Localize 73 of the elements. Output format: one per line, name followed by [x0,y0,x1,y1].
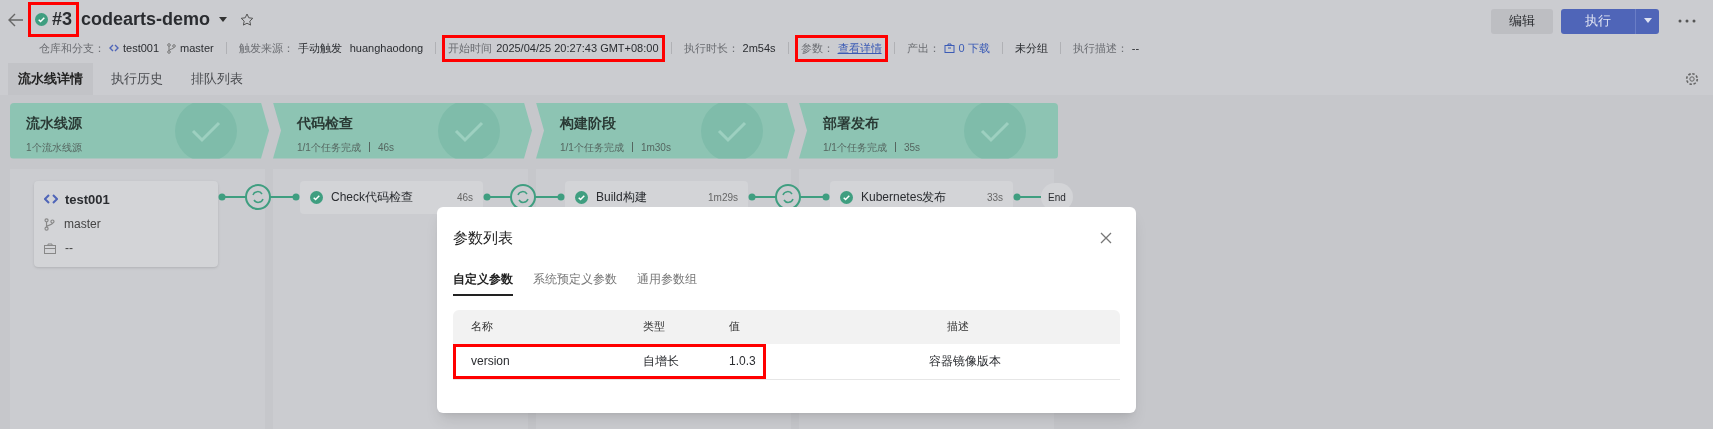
stage-title: 构建阶段 [560,113,617,133]
job-duration: 1m29s [708,190,738,205]
table-cell-text: version [471,353,511,370]
stage-header[interactable]: 部署发布 1/1个任务完成 35s [799,102,1058,159]
stage-title: 流水线源 [26,113,83,133]
dialog-tab[interactable]: 通用参数组 [637,269,697,296]
job-name: Kubernetes发布 [861,189,948,206]
tag-value: -- [65,240,73,257]
meta-value: 2025/04/25 20:27:43 GMT+08:00 [496,41,659,56]
caret-icon [1643,18,1652,24]
column-header: 描述 [947,319,969,335]
settings-icon[interactable] [1685,71,1699,86]
stage-title: 部署发布 [823,113,880,133]
dialog-tab[interactable]: 系统预定义参数 [533,269,617,296]
repo-name: test001 [123,41,160,56]
meta-value: 2m54s [742,41,776,56]
stage-summary: 1/1个任务完成 [823,140,887,155]
branch-icon [44,217,55,231]
table-cell-text: 1.0.3 [729,353,756,370]
pipeline-title: codearts-demo [81,8,211,31]
meta-label: 参数： [800,41,834,56]
page-tab[interactable]: 流水线详情 [8,62,93,95]
job-duration: 46s [456,190,473,205]
page-tab[interactable]: 排队列表 [181,62,253,95]
stage-summary: 1个流水线源 [26,140,82,155]
stage-duration: 1m30s [640,140,671,155]
meta-value: huanghaodong [349,41,424,56]
stage-summary: 1/1个任务完成 [560,140,624,155]
meta-value: -- [1131,41,1140,56]
source-card[interactable]: test001 master -- [34,180,218,267]
column-header: 类型 [643,319,666,335]
box-icon [943,43,955,54]
page-tab[interactable]: 执行历史 [101,62,173,95]
table-cell-text: 容器镜像版本 [929,353,1001,370]
meta-label: 执行时长： [683,41,739,56]
run-number: #3 [52,8,73,31]
caret-icon[interactable] [218,15,229,24]
meta-label: 产出： [906,41,940,56]
group-label: 未分组 [1014,41,1048,56]
stage-header[interactable]: 流水线源 1个流水线源 [10,102,269,159]
view-details-link[interactable]: 查看详情 [837,40,882,57]
close-icon[interactable] [1100,232,1112,245]
stage-header[interactable]: 代码检查 1/1个任务完成 46s [273,102,532,159]
stage-header[interactable]: 构建阶段 1/1个任务完成 1m30s [536,102,795,159]
branch-icon [167,42,177,54]
download-link[interactable]: 0 下载 [958,40,990,57]
branch-name: master [180,41,214,56]
repo-icon [109,43,119,54]
column-header: 值 [729,319,741,335]
dialog-tab[interactable]: 自定义参数 [453,269,513,296]
job-name: Check代码检查 [331,189,414,206]
star-icon[interactable] [240,12,255,27]
back-arrow-icon[interactable] [8,12,24,27]
repo-name: test001 [65,190,110,209]
meta-label: 执行描述： [1072,41,1128,56]
stage-duration: 46s [377,140,395,155]
meta-label: 开始时间 [448,41,493,56]
edit-button[interactable]: 编辑 [1491,8,1553,34]
job-duration: 33s [986,190,1003,205]
repo-icon [44,193,58,206]
stage-title: 代码检查 [297,113,354,133]
job-name: Build构建 [596,189,648,206]
briefcase-icon [44,242,56,254]
meta-value: 手动触发 [297,41,342,56]
dialog-title: 参数列表 [453,228,513,248]
meta-label: 触发来源： [238,41,294,56]
stage-summary: 1/1个任务完成 [297,140,361,155]
table-cell-text: 自增长 [643,353,680,370]
connector-line [1013,193,1041,201]
stage-duration: 35s [903,140,921,155]
column-header: 名称 [471,319,494,335]
branch-name: master [64,216,101,233]
meta-label: 仓库和分支： [39,41,105,56]
